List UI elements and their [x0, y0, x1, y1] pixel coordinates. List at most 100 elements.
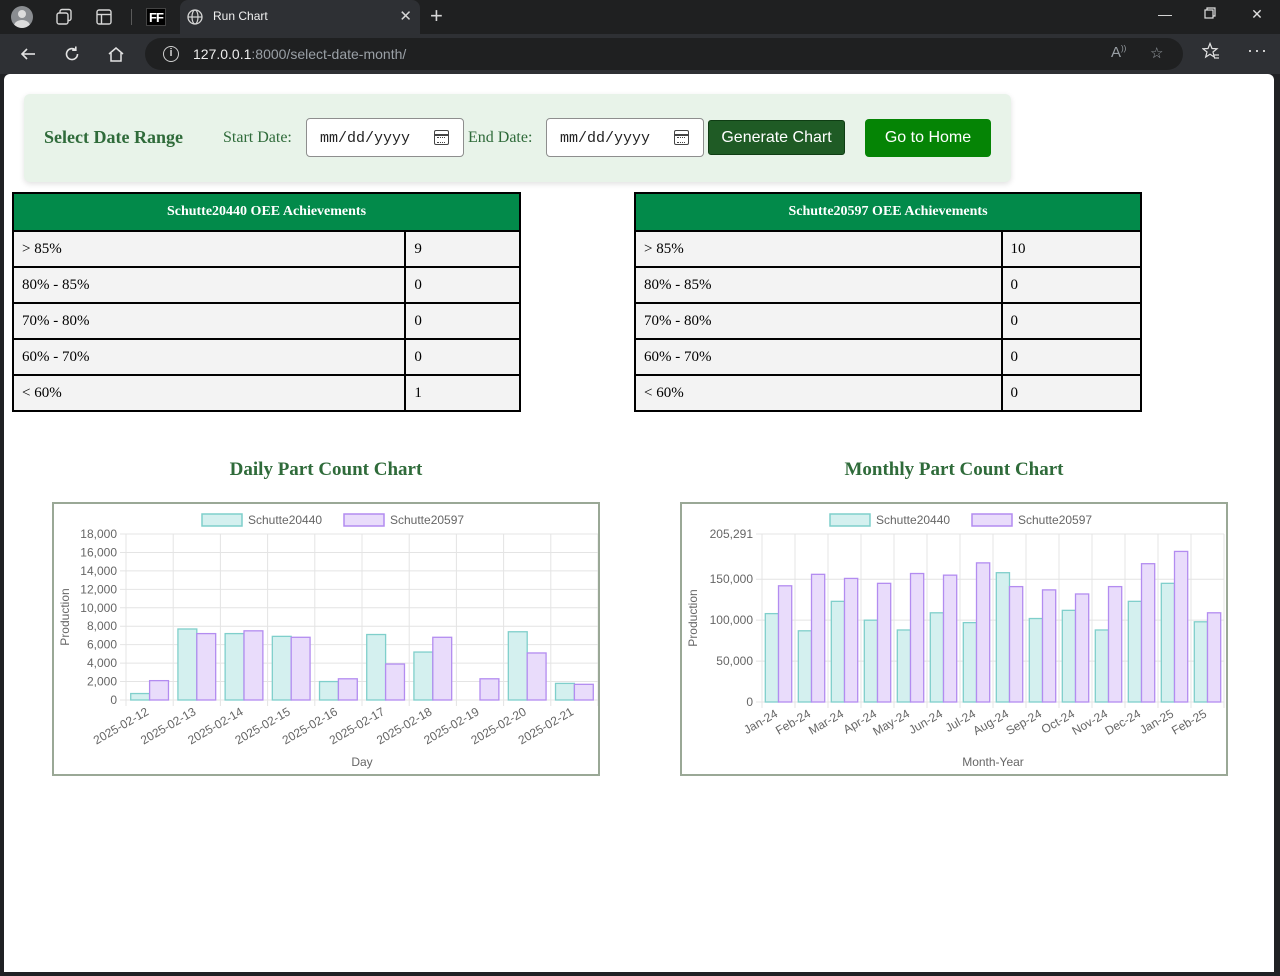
y-tick-label: 0 [110, 693, 117, 707]
close-tab-icon[interactable]: ✕ [399, 7, 412, 25]
table-row: 70% - 80% 0 [634, 302, 1143, 340]
globe-icon [186, 8, 204, 31]
bar [526, 652, 547, 701]
bar [384, 663, 406, 701]
workspaces-icon[interactable] [52, 5, 76, 29]
end-date-placeholder: mm/dd/yyyy [560, 130, 651, 147]
y-tick-label: 12,000 [80, 582, 117, 596]
table-row: > 85% 9 [11, 230, 521, 268]
favorites-icon[interactable] [1201, 41, 1220, 65]
y-tick-label: 0 [746, 695, 753, 709]
legend-label: Schutte20440 [876, 513, 950, 527]
count-cell: 0 [404, 338, 521, 376]
more-menu-icon[interactable]: ··· [1247, 40, 1268, 61]
count-cell: 9 [404, 230, 521, 268]
y-tick-label: 2,000 [87, 675, 117, 689]
table-title: Schutte20440 OEE Achievements [12, 192, 521, 232]
minimize-icon[interactable]: — [1153, 6, 1177, 22]
tab-title: Run Chart [213, 9, 268, 23]
profile-avatar-icon[interactable] [10, 5, 34, 29]
bar [130, 692, 151, 701]
legend-label: Schutte20440 [248, 513, 322, 527]
bar [1193, 621, 1209, 703]
tab-run-chart[interactable]: Run Chart ✕ [180, 0, 420, 34]
count-cell: 0 [1000, 338, 1143, 376]
range-cell: 60% - 70% [11, 338, 407, 376]
bar [1140, 563, 1156, 703]
x-tick-label: Oct-24 [1039, 706, 1077, 736]
go-to-home-button[interactable]: Go to Home [865, 119, 991, 157]
daily-part-count-chart: Schutte20440 Schutte20597 18,000 16,000 14,0… [52, 502, 600, 776]
monthly-part-count-chart: Schutte20440 Schutte20597 205,291 150,000 10… [680, 502, 1228, 776]
table-row: 60% - 70% 0 [11, 338, 521, 376]
x-tick-label: Sep-24 [1003, 706, 1044, 738]
address-bar[interactable]: i 127.0.0.1:8000/select-date-month/ A)) … [145, 38, 1183, 70]
ff-tab[interactable]: FF [144, 5, 168, 29]
tab-actions-icon[interactable] [92, 5, 116, 29]
bar [243, 630, 264, 701]
generate-chart-button[interactable]: Generate Chart [708, 120, 845, 155]
back-icon[interactable] [15, 42, 41, 66]
start-date-label: Start Date: [223, 129, 292, 146]
daily-chart-svg: Schutte20440 Schutte20597 18,000 16,000 14,0… [58, 513, 598, 769]
bar [318, 680, 340, 701]
legend-swatch [201, 513, 243, 527]
bar [290, 636, 311, 701]
page-content: Select Date Range Start Date: mm/dd/yyyy… [4, 74, 1274, 972]
y-tick-label: 10,000 [80, 601, 117, 615]
bar [995, 572, 1011, 703]
range-cell: < 60% [11, 374, 407, 412]
y-tick-label: 6,000 [87, 638, 117, 652]
table-row: 80% - 85% 0 [11, 266, 521, 304]
bar [366, 633, 387, 701]
site-info-icon[interactable]: i [163, 46, 179, 62]
bar [962, 621, 978, 703]
close-window-icon[interactable]: ✕ [1245, 6, 1269, 23]
y-tick-label: 4,000 [87, 656, 117, 670]
new-tab-icon[interactable]: + [430, 4, 443, 28]
bar [337, 678, 358, 701]
x-tick-label: Mar-24 [806, 706, 846, 737]
range-cell: 80% - 85% [634, 266, 1003, 304]
range-cell: 70% - 80% [11, 302, 407, 340]
start-date-input[interactable]: mm/dd/yyyy [306, 118, 464, 157]
bar [942, 574, 958, 703]
x-tick-label: Dec-24 [1102, 706, 1143, 738]
legend-label: Schutte20597 [390, 513, 464, 527]
bar [507, 631, 528, 701]
monthly-chart-title: Monthly Part Count Chart [844, 459, 1064, 480]
x-tick-label: Nov-24 [1069, 706, 1110, 738]
home-icon[interactable] [103, 42, 129, 66]
bar [896, 629, 912, 703]
y-tick-label: 8,000 [87, 619, 117, 633]
x-tick-label: Jan-25 [1137, 706, 1176, 737]
y-tick-label: 16,000 [80, 545, 117, 559]
bar [909, 572, 925, 703]
favorite-star-icon[interactable]: ☆ [1150, 44, 1163, 62]
restore-icon[interactable] [1198, 6, 1222, 22]
count-cell: 0 [1000, 302, 1143, 340]
bar [1074, 593, 1090, 703]
bar [975, 562, 991, 703]
y-tick-label: 150,000 [710, 572, 754, 586]
table-row: 80% - 85% 0 [634, 266, 1143, 304]
end-date-input[interactable]: mm/dd/yyyy [546, 118, 704, 157]
x-tick-label: Jan-24 [741, 706, 780, 737]
calendar-icon[interactable] [434, 130, 449, 145]
count-cell: 10 [1000, 230, 1143, 268]
count-cell: 1 [404, 374, 521, 412]
url-text: 127.0.0.1:8000/select-date-month/ [193, 46, 407, 62]
legend-swatch [971, 513, 1013, 527]
y-tick-label: 50,000 [716, 654, 753, 668]
read-aloud-icon[interactable]: A)) [1111, 44, 1126, 61]
table-row: 60% - 70% 0 [634, 338, 1143, 376]
calendar-icon[interactable] [674, 130, 689, 145]
bar [271, 635, 292, 701]
y-tick-label: 14,000 [80, 564, 117, 578]
bar [1061, 609, 1077, 703]
oee-table-schutte20440: Schutte20440 OEE Achievements > 85% 9 80%… [11, 192, 521, 412]
legend-swatch [829, 513, 871, 527]
refresh-icon[interactable] [59, 42, 85, 66]
x-tick-label: Feb-24 [773, 706, 813, 737]
x-tick-label: Jun-24 [906, 706, 945, 737]
